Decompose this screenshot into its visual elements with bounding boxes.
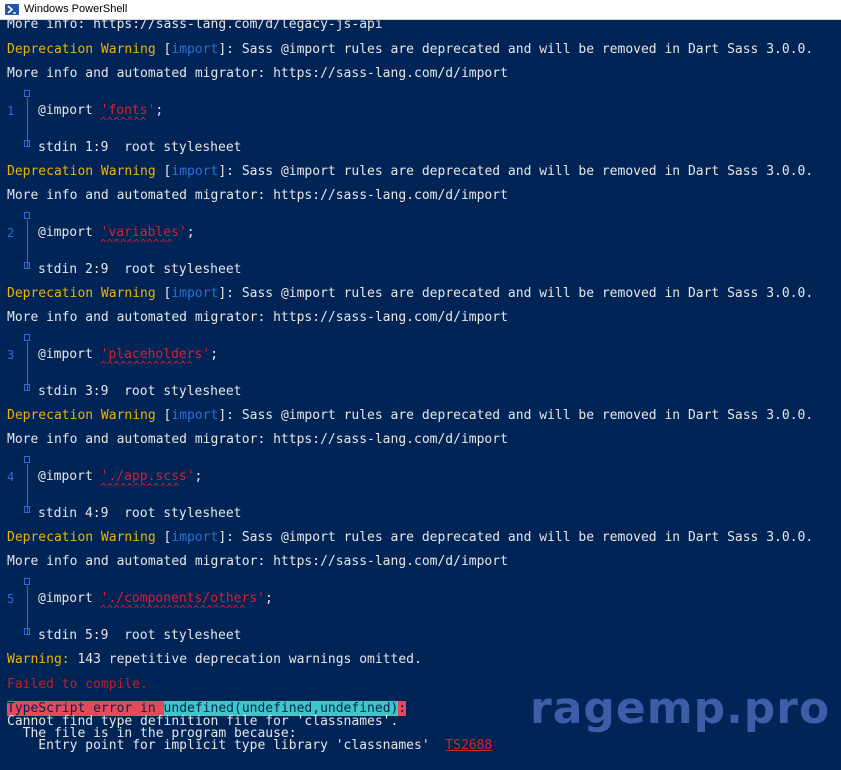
- gutter-marker-icon: [24, 578, 30, 585]
- gutter-marker-icon: [24, 212, 30, 219]
- gutter-marker-icon: [24, 334, 30, 341]
- omitted-warnings-line: Warning: 143 repetitive deprecation warn…: [7, 652, 422, 667]
- deprecation-warning-line: Deprecation Warning [import]: Sass @impo…: [7, 286, 814, 301]
- warning-label: Warning:: [7, 652, 70, 667]
- gutter-marker-icon: [24, 384, 30, 391]
- line-number: 5: [7, 592, 15, 606]
- location-line: stdin 3:9 root stylesheet: [38, 384, 242, 399]
- gutter-marker-icon: [24, 506, 30, 513]
- console-output[interactable]: More info: https://sass-lang.com/d/legac…: [0, 20, 841, 770]
- gutter-marker-icon: [24, 628, 30, 635]
- location-line: stdin 4:9 root stylesheet: [38, 506, 242, 521]
- location-line: stdin 1:9 root stylesheet: [38, 140, 242, 155]
- deprecation-warning-line: Deprecation Warning [import]: Sass @impo…: [7, 42, 814, 57]
- error-caret: ^^^^^^^^^^^^^^: [100, 359, 193, 372]
- deprecation-warning-line: Deprecation Warning [import]: Sass @impo…: [7, 408, 814, 423]
- warning-label: Deprecation Warning: [7, 42, 156, 57]
- error-caret: ^^^^^^^: [100, 115, 147, 128]
- error-caret: ^^^^^^^^^^^^: [100, 481, 180, 494]
- entry-point-line: Entry point for implicit type library 'c…: [7, 738, 493, 753]
- title-bar[interactable]: Windows PowerShell: [0, 0, 841, 20]
- ts-error-code: TS2688: [445, 738, 493, 753]
- gutter-marker-icon: [24, 90, 30, 97]
- location-line: stdin 5:9 root stylesheet: [38, 628, 242, 643]
- migrator-info-line: More info and automated migrator: https:…: [7, 554, 508, 569]
- line-number: 3: [7, 348, 15, 362]
- powershell-icon: [5, 4, 19, 15]
- gutter-marker-icon: [24, 456, 30, 463]
- error-caret: ^^^^^^^^^^^: [100, 237, 173, 250]
- migrator-info-line: More info and automated migrator: https:…: [7, 66, 508, 81]
- gutter-marker-icon: [24, 140, 30, 147]
- gutter-marker-icon: [24, 262, 30, 269]
- line-number: 4: [7, 470, 15, 484]
- line-number: 1: [7, 104, 15, 118]
- migrator-info-line: More info and automated migrator: https:…: [7, 310, 508, 325]
- failed-to-compile: Failed to compile.: [7, 677, 148, 692]
- migrator-info-line: More info and automated migrator: https:…: [7, 188, 508, 203]
- line-number: 2: [7, 226, 15, 240]
- migrator-info-line: More info and automated migrator: https:…: [7, 432, 508, 447]
- location-line: stdin 2:9 root stylesheet: [38, 262, 242, 277]
- warning-category: import: [171, 42, 219, 57]
- deprecation-warning-line: Deprecation Warning [import]: Sass @impo…: [7, 530, 814, 545]
- error-caret: ^^^^^^^^^^^^^^^^^^^^^^: [100, 603, 246, 616]
- watermark: ragemp.pro: [530, 683, 831, 734]
- legacy-info-line: More info: https://sass-lang.com/d/legac…: [7, 20, 383, 32]
- window-title: Windows PowerShell: [24, 3, 128, 15]
- deprecation-warning-line: Deprecation Warning [import]: Sass @impo…: [7, 164, 814, 179]
